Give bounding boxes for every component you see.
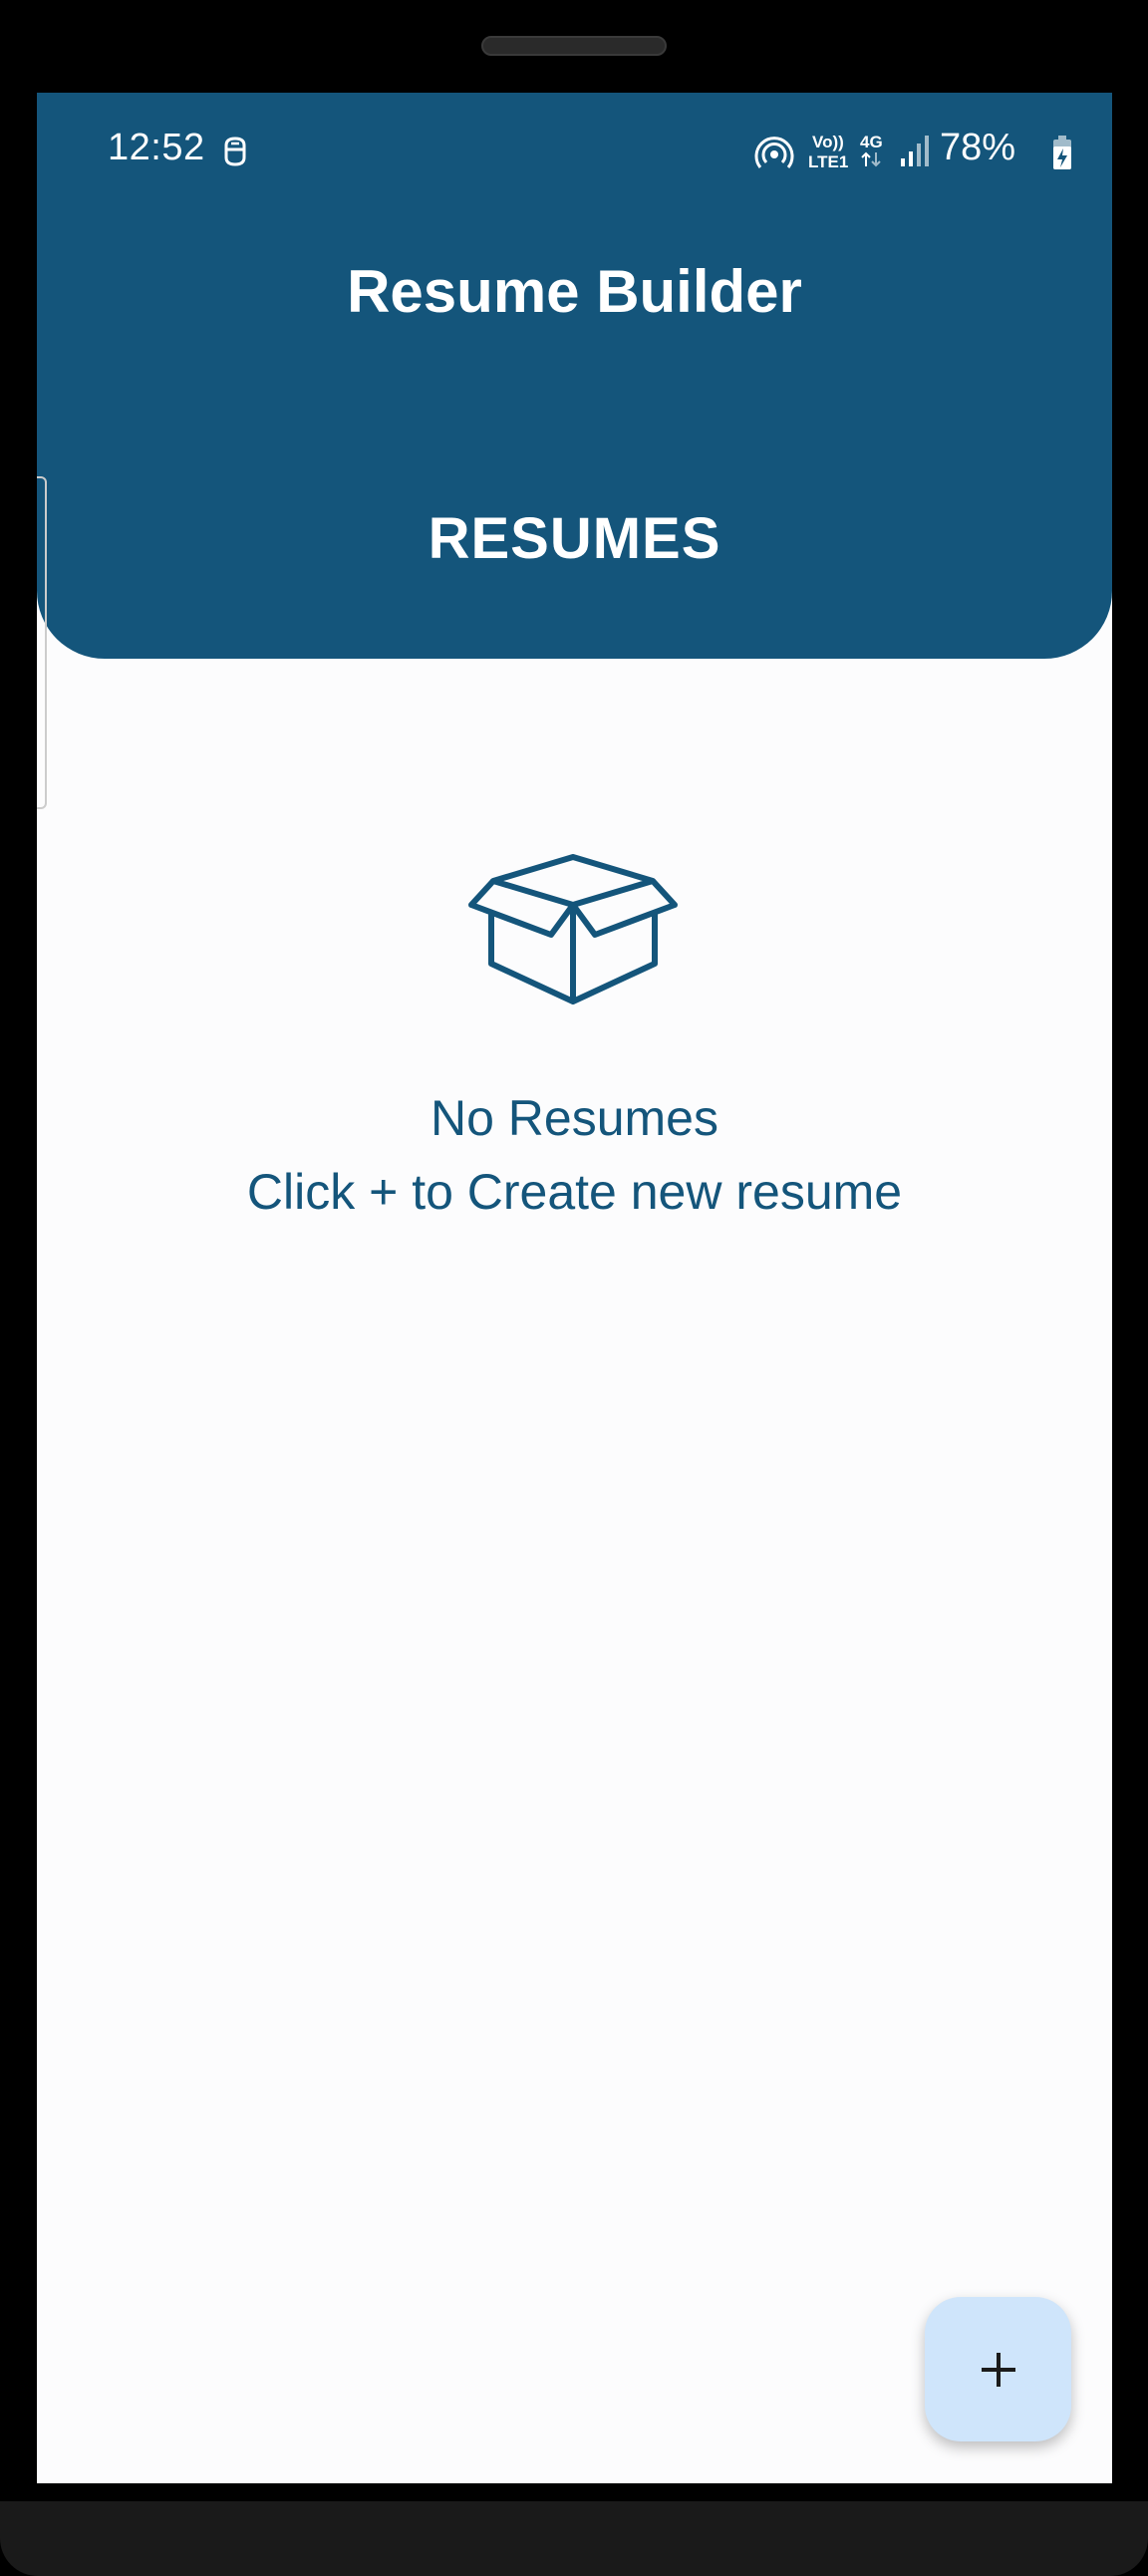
signal-icon bbox=[901, 136, 929, 166]
edge-panel-handle[interactable] bbox=[37, 476, 47, 809]
data-arrows-icon bbox=[861, 151, 881, 167]
plus-icon bbox=[981, 2352, 1015, 2387]
hotspot-icon bbox=[754, 137, 794, 168]
battery-charging-icon bbox=[1053, 136, 1071, 169]
empty-state-hint: Click + to Create new resume bbox=[246, 1164, 903, 1220]
status-time: 12:52 bbox=[108, 127, 205, 168]
open-box-icon bbox=[468, 854, 678, 1004]
device-frame: 12:52 Vo)) LTE1 4G 78% Resume Builder RE… bbox=[0, 0, 1148, 2576]
battery-percentage: 78% bbox=[940, 127, 1016, 168]
empty-state-title: No Resumes bbox=[430, 1090, 718, 1146]
network-type-label: 4G bbox=[860, 133, 883, 151]
earpiece-speaker bbox=[481, 36, 667, 56]
notification-app-icon bbox=[224, 137, 246, 166]
device-bottom-bezel bbox=[0, 2501, 1148, 2576]
section-title: RESUMES bbox=[428, 506, 721, 571]
lte-label: LTE1 bbox=[808, 152, 849, 171]
add-resume-button[interactable] bbox=[925, 2297, 1071, 2441]
status-bar: 12:52 Vo)) LTE1 4G 78% bbox=[37, 93, 1112, 212]
volte-label: Vo)) bbox=[812, 133, 844, 151]
app-screen: 12:52 Vo)) LTE1 4G 78% Resume Builder RE… bbox=[37, 93, 1112, 2483]
app-header: 12:52 Vo)) LTE1 4G 78% Resume Builder RE… bbox=[37, 93, 1112, 659]
app-title: Resume Builder bbox=[347, 258, 802, 325]
